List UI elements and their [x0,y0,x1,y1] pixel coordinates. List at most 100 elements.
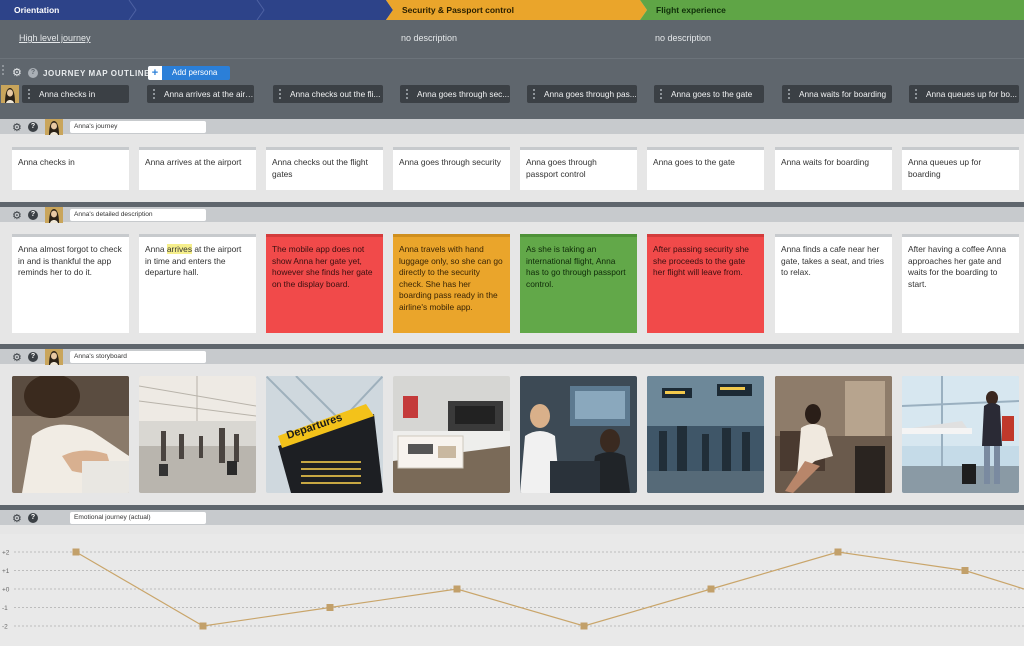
storyboard-image[interactable] [393,376,510,493]
outline-step-chip[interactable]: Anna waits for boarding [782,85,892,103]
emotion-point[interactable] [580,622,588,630]
emotion-point[interactable] [707,585,715,593]
emotion-point[interactable] [834,548,842,556]
persona-avatar[interactable] [1,85,19,103]
outline-step-chip[interactable]: Anna arrives at the airp... [147,85,254,103]
storyboard-image[interactable] [139,376,256,493]
gear-icon[interactable]: ⚙ [12,351,22,364]
window-gate-photo [902,376,1019,493]
storyboard-image[interactable]: Departures [266,376,383,493]
lane-title-input[interactable]: Anna's journey [70,121,206,133]
gear-icon[interactable]: ⚙ [12,121,22,134]
outline-step-label: Anna queues up for bo... [926,89,1017,99]
emotion-point[interactable] [453,585,461,593]
detail-card[interactable]: The mobile app does not show Anna her ga… [266,234,383,333]
journey-card[interactable]: Anna checks in [12,147,129,190]
add-persona-label: Add persona [172,68,218,77]
drag-handle-icon[interactable] [660,89,663,99]
detail-card[interactable]: Anna arrives at the airport in time and … [139,234,256,333]
drag-handle-icon[interactable] [406,89,409,99]
y-tick-label: +0 [2,587,10,594]
drag-handle-icon[interactable] [28,89,31,99]
lane-header-emotion: ⚙ ? Emotional journey (actual) [0,505,1024,525]
y-tick-label: -2 [2,624,8,631]
persona-avatar [45,349,63,365]
outline-step-chip[interactable]: Anna goes through sec... [400,85,510,103]
add-persona-button[interactable]: + Add persona [148,66,230,80]
persona-avatar-icon [45,207,63,223]
journey-card[interactable]: Anna queues up for boarding [902,147,1019,190]
journey-card[interactable]: Anna waits for boarding [775,147,892,190]
outline-step-label: Anna goes through pas... [544,89,637,99]
outline-step-label: Anna goes to the gate [671,89,753,99]
emotion-point[interactable] [961,567,969,574]
emotion-point[interactable] [326,604,334,611]
journey-card[interactable]: Anna goes through passport control [520,147,637,190]
drag-handle-icon[interactable] [533,89,536,99]
lane-title-input[interactable]: Emotional journey (actual) [70,512,206,524]
storyboard-image[interactable] [12,376,129,493]
outline-step-label: Anna waits for boarding [799,89,887,99]
phase-description-row: High level journey no description no des… [0,20,1024,58]
outline-step-label: Anna goes through sec... [417,89,510,99]
detail-card[interactable]: After having a coffee Anna approaches he… [902,234,1019,333]
storyboard-image[interactable] [520,376,637,493]
phase-description-link[interactable]: High level journey [19,33,91,43]
journey-card[interactable]: Anna goes through security [393,147,510,190]
outline-step-chip[interactable]: Anna goes to the gate [654,85,764,103]
journey-card[interactable]: Anna arrives at the airport [139,147,256,190]
drag-handle-icon[interactable] [915,89,918,99]
journey-card[interactable]: Anna checks out the flight gates [266,147,383,190]
drag-grip-icon[interactable] [2,65,4,77]
lane-title-input[interactable]: Anna's detailed description [70,209,206,221]
plus-icon: + [148,66,162,80]
emotion-point[interactable] [72,548,80,556]
drag-handle-icon[interactable] [153,89,156,99]
gear-icon[interactable]: ⚙ [12,66,22,79]
lane-header-journey: ⚙ ? Anna's journey [0,114,1024,135]
storyboard-image[interactable] [775,376,892,493]
outline-step-chip[interactable]: Anna checks out the fli... [273,85,383,103]
drag-handle-icon[interactable] [788,89,791,99]
detail-text: Anna [145,244,167,254]
gear-icon[interactable]: ⚙ [12,209,22,222]
drag-handle-icon[interactable] [279,89,282,99]
persona-avatar [45,119,63,135]
outline-step-chip[interactable]: Anna queues up for bo... [909,85,1019,103]
detail-card[interactable]: Anna finds a cafe near her gate, takes a… [775,234,892,333]
help-icon[interactable]: ? [28,210,38,220]
storyboard-image[interactable] [647,376,764,493]
detail-card[interactable]: As she is taking an international flight… [520,234,637,333]
emotion-point[interactable] [199,622,207,630]
outline-step-chip[interactable]: Anna goes through pas... [527,85,637,103]
outline-step-label: Anna checks in [39,89,96,99]
detail-card[interactable]: After passing security she she proceeds … [647,234,764,333]
gear-icon[interactable]: ⚙ [12,512,22,525]
terminal-crowd-photo [647,376,764,493]
phase-description[interactable]: no description [401,33,457,43]
phase-label-security: Security & Passport control [402,5,514,15]
persona-avatar-icon [45,349,63,365]
help-icon[interactable]: ? [28,513,38,523]
journey-map-outline: ⚙ ? JOURNEY MAP OUTLINE + Add persona An… [0,58,1024,114]
outline-step-chip[interactable]: Anna checks in [22,85,129,103]
y-tick-label: +1 [2,568,10,575]
phase-description[interactable]: no description [655,33,711,43]
y-tick-label: +2 [2,550,10,557]
help-icon[interactable]: ? [28,352,38,362]
storyboard-image[interactable] [902,376,1019,493]
journey-card[interactable]: Anna goes to the gate [647,147,764,190]
detail-card[interactable]: Anna almost forgot to check in and is th… [12,234,129,333]
lane-header-detailed: ⚙ ? Anna's detailed description [0,202,1024,223]
phase-label-orientation: Orientation [14,5,60,15]
outline-step-label: Anna arrives at the airp... [164,89,254,99]
lane-title-input[interactable]: Anna's storyboard [70,351,206,363]
persona-avatar-icon [1,85,19,103]
persona-avatar [45,207,63,223]
help-icon[interactable]: ? [28,122,38,132]
detail-card[interactable]: Anna travels with hand luggage only, so … [393,234,510,333]
outline-title: JOURNEY MAP OUTLINE [43,69,151,78]
cafe-woman-photo [775,376,892,493]
help-icon[interactable]: ? [28,68,38,78]
highlighted-word[interactable]: arrives [166,244,193,254]
